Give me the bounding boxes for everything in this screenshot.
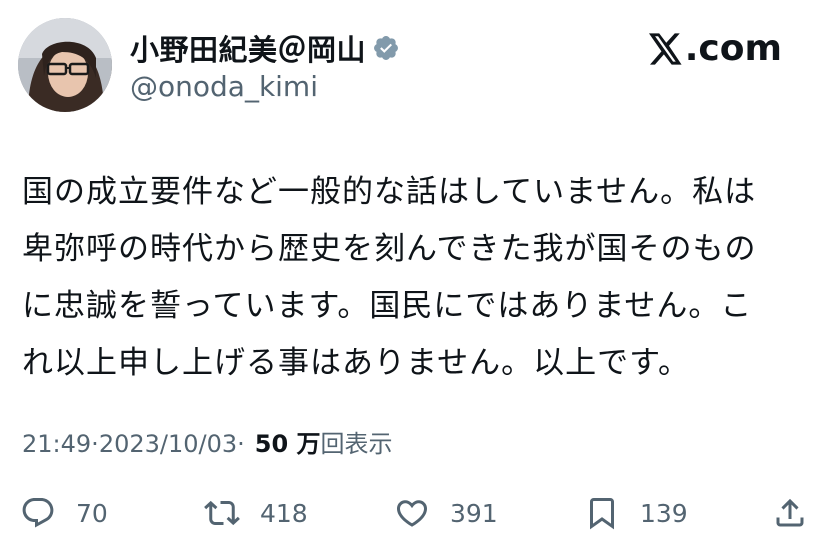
meta-separator: ·: [237, 430, 245, 458]
verified-badge-icon[interactable]: [372, 34, 400, 62]
meta-separator: ·: [91, 430, 99, 458]
heart-icon: [396, 500, 428, 527]
reply-button[interactable]: 70: [20, 488, 108, 538]
views-label: 回表示: [320, 430, 393, 458]
tweet-date[interactable]: 2023/10/03: [99, 430, 237, 458]
author-handle[interactable]: @onoda_kimi: [130, 70, 400, 103]
share-button[interactable]: [772, 488, 808, 538]
retweet-button[interactable]: 418: [204, 488, 308, 538]
avatar[interactable]: [18, 18, 112, 112]
tweet-meta: 21:49 · 2023/10/03 · 50 万 回表示: [22, 424, 393, 459]
tweet-card: 小野田紀美＠岡山 @onoda_kimi .com 国の成立要件など一般的な話は…: [0, 0, 828, 551]
reply-count: 70: [76, 498, 108, 528]
retweet-count: 418: [260, 498, 308, 528]
bookmark-button[interactable]: 139: [584, 488, 688, 538]
retweet-icon: [204, 500, 240, 526]
tweet-time[interactable]: 21:49: [22, 430, 91, 458]
bookmark-icon: [590, 498, 614, 530]
avatar-image: [18, 18, 112, 112]
x-logo-icon: [648, 32, 682, 65]
views-count: 50 万: [254, 430, 321, 458]
author-display-name[interactable]: 小野田紀美＠岡山: [130, 27, 366, 69]
reply-icon: [22, 498, 54, 528]
bookmark-count: 139: [640, 498, 688, 528]
x-brand-logo: .com: [648, 28, 782, 69]
like-count: 391: [450, 498, 498, 528]
author-name-row: 小野田紀美＠岡山: [130, 28, 400, 68]
author-block: 小野田紀美＠岡山 @onoda_kimi: [130, 28, 400, 103]
like-button[interactable]: 391: [394, 488, 498, 538]
share-icon: [776, 498, 804, 527]
tweet-text: 国の成立要件など一般的な話はしていません。私は 卑弥呼の時代から歴史を刻んできた…: [22, 174, 757, 381]
action-bar: 70 418 391 139: [0, 488, 828, 538]
brand-domain-label: .com: [684, 28, 782, 69]
